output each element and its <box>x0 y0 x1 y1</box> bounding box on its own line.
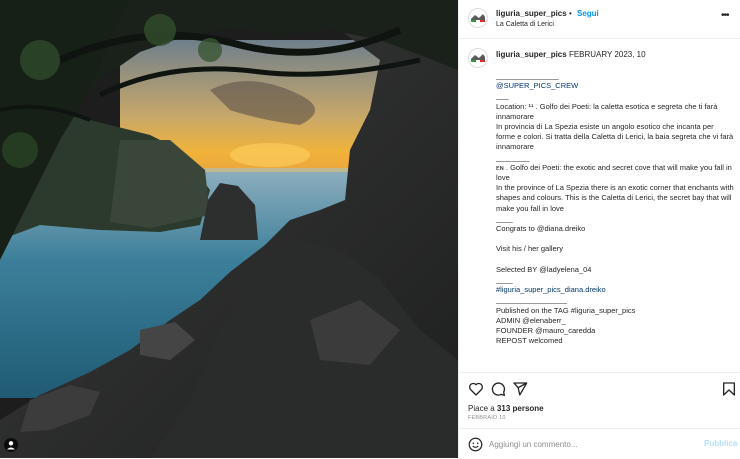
publish-button[interactable]: Pubblica <box>704 439 737 448</box>
caption-line: _________________ <box>496 295 567 305</box>
header-username[interactable]: liguria_super_pics <box>496 9 567 18</box>
post-photo[interactable] <box>0 0 458 458</box>
comment-icon[interactable] <box>490 381 506 397</box>
caption-line: ADMIN @elenaberr_ <box>496 315 566 325</box>
mention-link[interactable]: @SUPER_PICS_CREW <box>496 81 734 91</box>
location-link[interactable]: La Caletta di Lerici <box>496 21 554 28</box>
caption-line: In the province of La Spezia there is an… <box>496 183 734 213</box>
caption-line: FOUNDER @mauro_caredda <box>496 326 596 336</box>
caption-header: liguria_super_pics FEBRUARY 2023, 10 <box>496 50 646 59</box>
caption-line: In provincia di La Spezia esiste un ango… <box>496 122 734 152</box>
caption-line: ___ <box>496 91 509 101</box>
caption-line: ____ <box>496 213 513 223</box>
emoji-icon[interactable] <box>468 437 483 452</box>
avatar[interactable] <box>468 48 488 68</box>
post-date: FEBBRAIO 10 <box>468 415 506 421</box>
separator-dot: • <box>569 9 572 18</box>
caption-text: _______________ @SUPER_PICS_CREW ___ Loc… <box>496 71 734 346</box>
caption-line: ____ <box>496 275 513 285</box>
follow-button[interactable]: Segui <box>577 9 599 18</box>
caption: liguria_super_pics FEBRUARY 2023, 10 ___… <box>459 44 740 370</box>
post-side-panel: liguria_super_pics • Segui La Caletta di… <box>458 0 740 458</box>
bookmark-icon[interactable] <box>721 381 737 397</box>
caption-line: Congrats to @diana.dreiko <box>496 224 586 234</box>
caption-line <box>496 234 734 244</box>
comment-input[interactable] <box>489 438 689 450</box>
avatar[interactable] <box>468 8 488 28</box>
post-header: liguria_super_pics • Segui La Caletta di… <box>459 0 740 39</box>
caption-username[interactable]: liguria_super_pics <box>496 50 567 59</box>
caption-line: ᴇɴ . Golfo dei Poeti: the exotic and sec… <box>496 162 732 183</box>
caption-line: ________ <box>496 152 530 162</box>
likes-number[interactable]: 313 persone <box>497 404 544 413</box>
caption-date: FEBRUARY 2023, 10 <box>568 50 646 59</box>
hashtag-link[interactable]: #liguria_super_pics_diana.dreiko <box>496 285 734 295</box>
action-bar <box>459 372 740 403</box>
share-icon[interactable] <box>512 381 528 397</box>
heart-icon[interactable] <box>468 381 484 397</box>
user-tag-icon[interactable] <box>4 438 18 452</box>
likes-prefix: Piace a <box>468 404 495 413</box>
caption-line: Visit his / her gallery <box>496 244 563 254</box>
caption-line: Published on the TAG #liguria_super_pics <box>496 305 636 315</box>
comment-bar: Pubblica <box>459 428 740 459</box>
likes-count[interactable]: Piace a 313 persone <box>468 404 544 413</box>
more-options-icon[interactable]: ••• <box>721 10 729 21</box>
caption-line: Selected BY @ladyelena_04 <box>496 264 592 274</box>
caption-line: Location: ¹¹ . Golfo dei Poeti: la calet… <box>496 101 718 121</box>
caption-line: REPOST welcomed <box>496 336 563 346</box>
caption-line <box>496 255 734 265</box>
caption-line: _______________ <box>496 71 559 80</box>
